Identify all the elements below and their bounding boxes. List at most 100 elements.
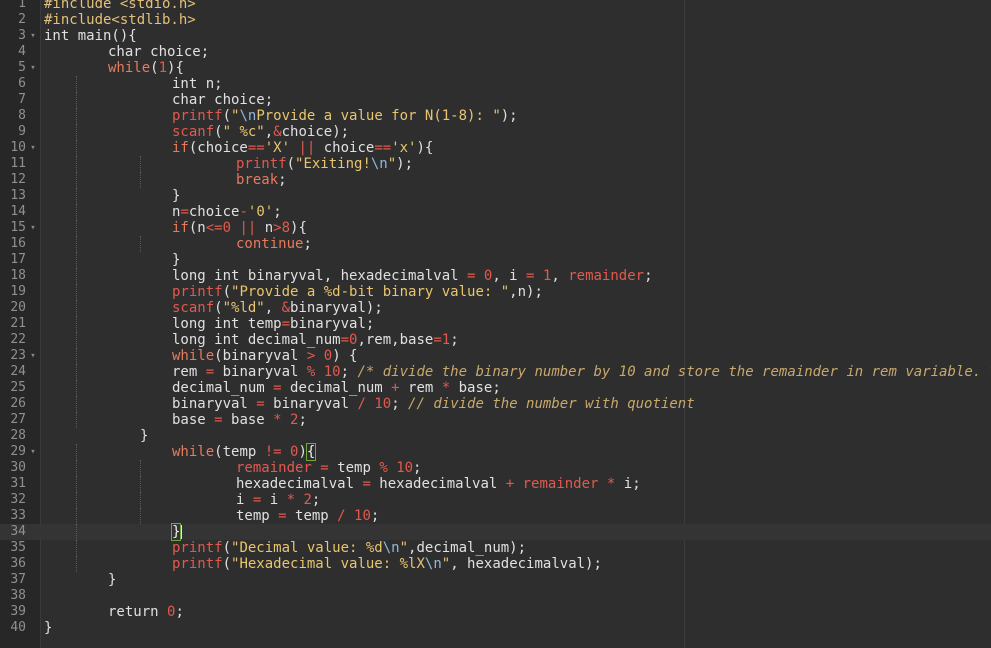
code-line[interactable]: 22 long int decimal_num=0,rem,base=1; [0,332,991,348]
code-text[interactable]: } [172,188,180,204]
code-token: long int binaryval, hexadecimalval [172,268,468,284]
code-line[interactable]: 5 ▾ while(1){ [0,60,991,76]
code-line[interactable]: 14 n=choice-'0'; [0,204,991,220]
fold-toggle-icon[interactable]: ▾ [28,140,38,156]
code-text[interactable]: binaryval = binaryval / 10; // divide th… [172,396,695,412]
fold-toggle-icon[interactable]: ▾ [28,60,38,76]
code-text[interactable]: i = i * 2; [236,492,320,508]
code-line[interactable]: 25 decimal_num = decimal_num + rem * base… [0,380,991,396]
code-line[interactable]: 33 temp = temp / 10; [0,508,991,524]
code-text[interactable]: char choice; [172,92,273,108]
code-text[interactable]: } [172,252,180,268]
code-token: = [362,476,371,492]
code-line[interactable]: 23 ▾ while(binaryval > 0) { [0,348,991,364]
code-editor[interactable]: 1 #include <stdio.h> 2 #include<stdlib.h> 3 ▾… [0,0,991,648]
code-text[interactable]: } [140,428,148,444]
code-text[interactable]: } [170,523,183,541]
code-line[interactable]: 3 ▾ int main(){ [0,28,991,44]
code-line[interactable]: 9 scanf(" %c",&choice); [0,124,991,140]
code-text[interactable]: while(temp != 0){ [172,443,317,461]
code-text[interactable]: printf("Decimal value: %d\n",decimal_num… [172,540,526,556]
code-line[interactable]: 10 ▾ if(choice=='X' || choice=='x'){ [0,140,991,156]
code-line[interactable]: 4 char choice; [0,44,991,60]
code-text[interactable]: } [44,620,52,636]
code-line[interactable]: 26 binaryval = binaryval / 10; // divide … [0,396,991,412]
code-text[interactable]: while(1){ [108,60,184,76]
code-text[interactable]: hexadecimalval = hexadecimalval + remain… [236,476,641,492]
fold-toggle-icon[interactable]: ▾ [28,348,38,364]
code-text[interactable]: if(n<=0 || n>8){ [172,220,307,236]
code-token: " [399,540,409,556]
code-token: , [551,268,569,284]
code-text[interactable]: printf("Provide a %d-bit binary value: "… [172,284,543,300]
code-line[interactable]: 21 long int temp=binaryval; [0,316,991,332]
code-line[interactable]: 30 remainder = temp % 10; [0,460,991,476]
line-number: 2 [18,12,26,27]
code-lines[interactable]: 1 #include <stdio.h> 2 #include<stdlib.h> 3 ▾… [0,0,991,636]
code-text[interactable]: long int decimal_num=0,rem,base=1; [172,332,459,348]
code-line[interactable]: 7 char choice; [0,92,991,108]
code-token: ; [413,460,422,476]
line-number: 5 [18,60,26,75]
code-text[interactable]: #include <stdio.h> [44,0,196,12]
code-line[interactable]: 32 i = i * 2; [0,492,991,508]
code-line[interactable]: 16 continue; [0,236,991,252]
code-text[interactable]: rem = binaryval % 10; /* divide the bina… [172,364,991,380]
code-line[interactable]: 29 ▾ while(temp != 0){ [0,443,991,461]
code-line[interactable]: 34} [0,523,991,541]
code-line[interactable]: 38 [0,588,991,604]
code-line[interactable]: 31 hexadecimalval = hexadecimalval + rema… [0,476,991,492]
code-line[interactable]: 13} [0,188,991,204]
code-line[interactable]: 6 int n; [0,76,991,92]
code-text[interactable]: n=choice-'0'; [172,204,282,220]
code-line[interactable]: 1 #include <stdio.h> [0,0,991,12]
code-line[interactable]: 37} [0,572,991,588]
code-text[interactable]: int main(){ [44,28,137,44]
code-text[interactable]: return 0; [108,604,184,620]
code-line[interactable]: 39 return 0; [0,604,991,620]
code-line[interactable]: 27 base = base * 2; [0,412,991,428]
code-line[interactable]: 36 printf("Hexadecimal value: %lX\n", hex… [0,556,991,572]
code-text[interactable]: break; [236,172,287,188]
fold-toggle-icon[interactable]: ▾ [28,28,38,44]
code-token: 1 [441,332,451,348]
code-line[interactable]: 11 printf("Exiting!\n"); [0,156,991,172]
code-line[interactable]: 20 scanf("%ld", &binaryval); [0,300,991,316]
code-text[interactable]: #include<stdlib.h> [44,12,196,28]
code-text[interactable]: scanf("%ld", &binaryval); [172,300,383,316]
code-text[interactable]: scanf(" %c",&choice); [172,124,349,140]
code-text[interactable]: printf("\nProvide a value for N(1-8): ")… [172,108,518,124]
code-text[interactable]: while(binaryval > 0) { [172,348,357,364]
code-text[interactable]: continue; [236,236,312,252]
code-text[interactable]: long int temp=binaryval; [172,316,374,332]
code-line[interactable]: 19 printf("Provide a %d-bit binary value:… [0,284,991,300]
fold-toggle-icon[interactable]: ▾ [28,220,38,236]
fold-toggle-icon[interactable]: ▾ [28,444,38,460]
line-number: 26 [10,396,26,411]
line-number: 22 [10,332,26,347]
code-text[interactable]: char choice; [108,44,209,60]
code-text[interactable]: printf("Hexadecimal value: %lX\n", hexad… [172,556,602,572]
code-line[interactable]: 18 long int binaryval, hexadecimalval = 0… [0,268,991,284]
code-text[interactable]: if(choice=='X' || choice=='x'){ [172,140,433,156]
code-line[interactable]: 24 rem = binaryval % 10; /* divide the bi… [0,364,991,380]
code-line[interactable]: 15 ▾ if(n<=0 || n>8){ [0,220,991,236]
code-token: continue [236,236,304,252]
code-line[interactable]: 17} [0,252,991,268]
code-token: hexadecimalval [236,476,363,492]
code-text[interactable]: decimal_num = decimal_num + rem * base; [172,380,501,396]
code-text[interactable]: int n; [172,76,223,92]
code-token: = [340,332,350,348]
code-line[interactable]: 40} [0,620,991,636]
code-text[interactable]: remainder = temp % 10; [236,460,421,476]
code-text[interactable]: printf("Exiting!\n"); [236,156,413,172]
code-text[interactable]: base = base * 2; [172,412,307,428]
code-line[interactable]: 12 break; [0,172,991,188]
code-text[interactable]: long int binaryval, hexadecimalval = 0, … [172,268,653,284]
code-line[interactable]: 8 printf("\nProvide a value for N(1-8): "… [0,108,991,124]
code-text[interactable]: temp = temp / 10; [236,508,379,524]
code-text[interactable]: } [108,572,116,588]
code-line[interactable]: 28} [0,428,991,444]
code-line[interactable]: 2 #include<stdlib.h> [0,12,991,28]
code-line[interactable]: 35 printf("Decimal value: %d\n",decimal_n… [0,540,991,556]
